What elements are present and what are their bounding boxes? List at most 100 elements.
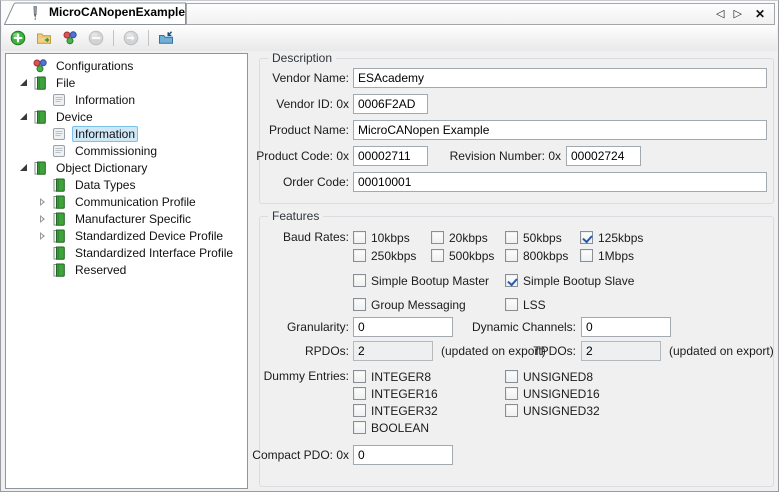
tree-item-information[interactable]: Information (6, 125, 247, 142)
export-button[interactable] (156, 28, 176, 48)
checkbox-unchecked-icon (353, 421, 366, 434)
export-folder-icon (158, 30, 174, 46)
baud-rates-label: Baud Rates: (241, 227, 349, 247)
checkbox-unchecked-icon (353, 249, 366, 262)
toolbar-separator (148, 30, 149, 46)
checkbox-1mbps[interactable]: 1Mbps (580, 247, 643, 264)
application-window: ◁ ▷ ✕ MicroCANopenExample Configurations… (0, 0, 779, 492)
document-icon (51, 143, 67, 159)
baud-rates-group: 10kbps 20kbps 50kbps 125kbps 250kbps 500kbps 8… (353, 229, 643, 264)
tab-close-icon[interactable]: ✕ (755, 7, 765, 21)
tree-item-label: Information (72, 92, 138, 108)
pen-icon (27, 4, 43, 20)
tree-item-commissioning[interactable]: Commissioning (6, 142, 247, 159)
expanded-triangle-icon (20, 113, 27, 120)
compact-pdo-input[interactable] (353, 445, 453, 465)
book-icon (32, 109, 48, 125)
checkbox-label: INTEGER16 (371, 387, 438, 401)
checkbox-label: 250kbps (371, 249, 416, 263)
checkbox-250kbps[interactable]: 250kbps (353, 247, 431, 264)
product-code-input[interactable] (353, 146, 428, 166)
revision-number-input[interactable] (566, 146, 641, 166)
checkbox-unsigned16[interactable]: UNSIGNED16 (505, 385, 600, 402)
checkbox-simple-bootup-slave[interactable]: Simple Bootup Slave (505, 272, 634, 289)
checkbox-boolean[interactable]: BOOLEAN (353, 419, 505, 436)
checkbox-group-messaging[interactable]: Group Messaging (353, 296, 505, 313)
vendor-name-label: Vendor Name: (241, 68, 349, 88)
tpdos-input (581, 341, 661, 361)
tree-item-label: Reserved (72, 262, 129, 278)
new-configuration-button[interactable] (8, 28, 28, 48)
configurations-button[interactable] (60, 28, 80, 48)
tree-item-label: Data Types (72, 177, 138, 193)
checkbox-500kbps[interactable]: 500kbps (431, 247, 505, 264)
checkbox-label: Simple Bootup Slave (523, 274, 634, 288)
checkbox-simple-bootup-master[interactable]: Simple Bootup Master (353, 272, 505, 289)
tree-item-file[interactable]: File (6, 74, 247, 91)
tree-item-object-dictionary[interactable]: Object Dictionary (6, 159, 247, 176)
configurations-icon (32, 58, 48, 74)
book-icon (51, 194, 67, 210)
tree-item-information[interactable]: Information (6, 91, 247, 108)
checkbox-label: 10kbps (371, 231, 410, 245)
tree-expander-icon[interactable] (33, 232, 51, 240)
tab-scroll-right-icon[interactable]: ▷ (733, 9, 741, 20)
checkbox-125kbps[interactable]: 125kbps (580, 229, 643, 246)
product-name-input[interactable] (353, 120, 767, 140)
checkbox-unchecked-icon (505, 298, 518, 311)
order-code-input[interactable] (353, 172, 767, 192)
tree-expander-icon[interactable] (14, 164, 32, 171)
checkbox-unchecked-icon (431, 249, 444, 262)
tree-item-manufacturer-specific[interactable]: Manufacturer Specific (6, 210, 247, 227)
tree-item-label: File (53, 75, 78, 91)
tab-bar: ◁ ▷ ✕ MicroCANopenExample (1, 1, 778, 25)
tpdos-note: (updated on export) (669, 341, 774, 361)
checkbox-label: 1Mbps (598, 249, 634, 263)
checkbox-label: BOOLEAN (371, 421, 429, 435)
dynamic-channels-label: Dynamic Channels: (466, 317, 576, 337)
checkbox-integer32[interactable]: INTEGER32 (353, 402, 505, 419)
tree-item-communication-profile[interactable]: Communication Profile (6, 193, 247, 210)
checkbox-50kbps[interactable]: 50kbps (505, 229, 580, 246)
tree-expander-icon[interactable] (14, 79, 32, 86)
granularity-input[interactable] (353, 317, 453, 337)
checkbox-unsigned32[interactable]: UNSIGNED32 (505, 402, 600, 419)
forward-button (121, 28, 141, 48)
checkbox-20kbps[interactable]: 20kbps (431, 229, 505, 246)
tree-item-device[interactable]: Device (6, 108, 247, 125)
open-button[interactable] (34, 28, 54, 48)
checkbox-label: 500kbps (449, 249, 494, 263)
tab-scroll-left-icon[interactable]: ◁ (716, 9, 724, 20)
tree-expander-icon[interactable] (14, 113, 32, 120)
checkbox-integer8[interactable]: INTEGER8 (353, 368, 505, 385)
checkbox-label: INTEGER8 (371, 370, 431, 384)
checkbox-integer16[interactable]: INTEGER16 (353, 385, 505, 402)
checkbox-800kbps[interactable]: 800kbps (505, 247, 580, 264)
tree-item-reserved[interactable]: Reserved (6, 261, 247, 278)
checkbox-label: 50kbps (523, 231, 562, 245)
compact-pdo-label: Compact PDO: 0x (241, 445, 349, 465)
tree-item-label: Communication Profile (72, 194, 199, 210)
dynamic-channels-input[interactable] (581, 317, 671, 337)
tree-item-standardized-device-profile[interactable]: Standardized Device Profile (6, 227, 247, 244)
checkbox-label: 800kbps (523, 249, 568, 263)
checkbox-label: Simple Bootup Master (371, 274, 489, 288)
checkbox-lss[interactable]: LSS (505, 296, 634, 313)
checkbox-10kbps[interactable]: 10kbps (353, 229, 431, 246)
tree-expander-icon[interactable] (33, 215, 51, 223)
vendor-id-input[interactable] (353, 94, 428, 114)
tree-item-standardized-interface-profile[interactable]: Standardized Interface Profile (6, 244, 247, 261)
active-tab-label[interactable]: MicroCANopenExample (49, 5, 185, 19)
tree-item-data-types[interactable]: Data Types (6, 176, 247, 193)
checkbox-unchecked-icon (353, 404, 366, 417)
tree-item-configurations[interactable]: Configurations (6, 57, 247, 74)
tab-strip: ◁ ▷ ✕ (186, 3, 775, 25)
vendor-id-label: Vendor ID: 0x (241, 94, 349, 114)
vendor-name-input[interactable] (353, 68, 767, 88)
toolbar (2, 25, 777, 51)
checkbox-unsigned8[interactable]: UNSIGNED8 (505, 368, 600, 385)
checkbox-label: LSS (523, 298, 546, 312)
book-icon (51, 262, 67, 278)
tree-item-label: Standardized Device Profile (72, 228, 226, 244)
tree-expander-icon[interactable] (33, 198, 51, 206)
